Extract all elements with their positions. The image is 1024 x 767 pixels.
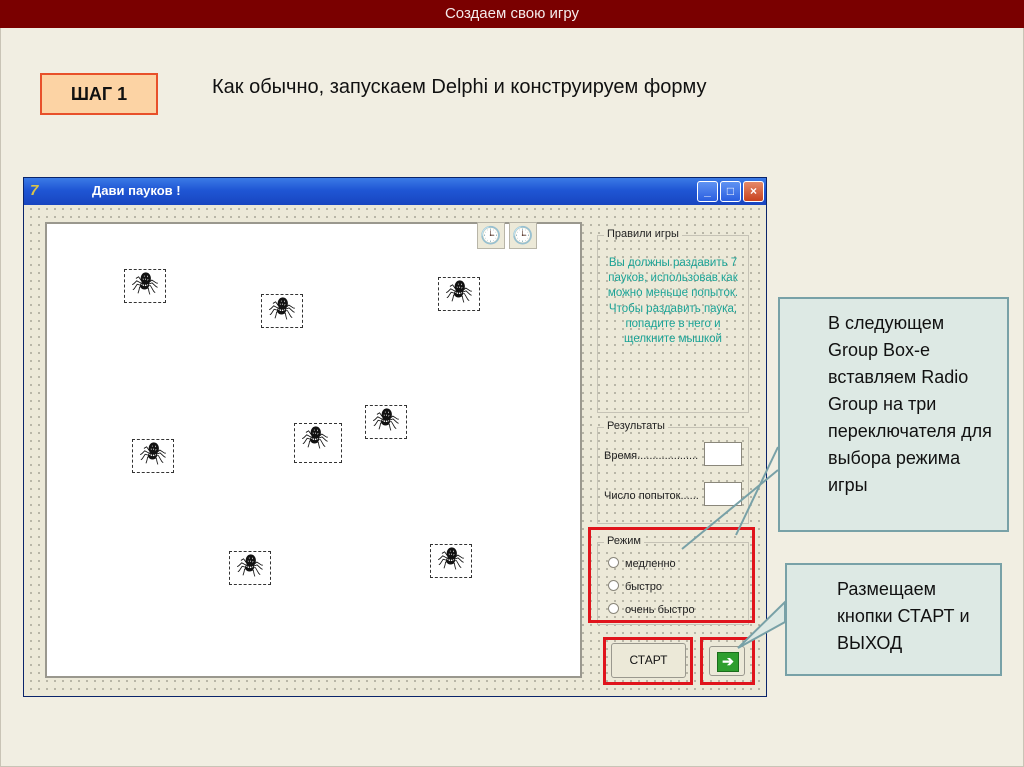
spider-icon[interactable]: 🕷 xyxy=(124,269,166,303)
spider-icon[interactable]: 🕷 xyxy=(438,277,480,311)
window-title: Дави пауков ! xyxy=(92,183,181,198)
clock-icon[interactable]: 🕒 xyxy=(477,222,505,249)
maximize-button[interactable]: □ xyxy=(720,181,741,202)
slide-title: Создаем свою игру xyxy=(444,5,580,22)
spider-icon[interactable]: 🕷 xyxy=(261,294,303,328)
rules-groupbox: Правили игры Вы должны раздавить 7 пауко… xyxy=(597,228,749,413)
window-titlebar[interactable]: 7 Дави пауков ! _ □ × xyxy=(24,178,766,205)
exit-button[interactable]: ➔ xyxy=(709,646,745,676)
start-button[interactable]: СТАРТ xyxy=(611,643,686,678)
callout-groupbox: В следующем Group Box-е вставляем Radio … xyxy=(778,297,1009,532)
mode-highlight xyxy=(588,527,755,623)
spider-icon[interactable]: 🕷 xyxy=(294,423,342,463)
close-button[interactable]: × xyxy=(743,181,764,202)
spider-icon[interactable]: 🕷 xyxy=(229,551,271,585)
time-label: Время.................... xyxy=(604,450,699,462)
step-badge: ШАГ 1 xyxy=(40,73,158,115)
tries-field[interactable] xyxy=(704,482,742,506)
spider-icon[interactable]: 🕷 xyxy=(365,405,407,439)
time-field[interactable] xyxy=(704,442,742,466)
arrow-right-icon: ➔ xyxy=(717,652,739,672)
spider-icon[interactable]: 🕷 xyxy=(132,439,174,473)
results-groupbox: Результаты Время.................... Чис… xyxy=(597,420,749,524)
callout-buttons: Размещаем кнопки СТАРТ и ВЫХОД xyxy=(785,563,1002,676)
callout-groupbox-text: В следующем Group Box-е вставляем Radio … xyxy=(828,313,992,495)
slide-header: Создаем свою игру xyxy=(0,0,1024,28)
delphi-icon: 7 xyxy=(30,182,39,199)
tries-label: Число попыток...... xyxy=(604,490,699,502)
clock-icon[interactable]: 🕒 xyxy=(509,222,537,249)
headline: Как обычно, запускаем Delphi и конструир… xyxy=(212,76,707,98)
callout-buttons-text: Размещаем кнопки СТАРТ и ВЫХОД xyxy=(837,579,970,653)
results-caption: Результаты xyxy=(604,420,668,432)
spider-icon[interactable]: 🕷 xyxy=(430,544,472,578)
rules-text: Вы должны раздавить 7 пауков, использова… xyxy=(607,257,739,346)
minimize-button[interactable]: _ xyxy=(697,181,718,202)
rules-caption: Правили игры xyxy=(604,228,682,240)
